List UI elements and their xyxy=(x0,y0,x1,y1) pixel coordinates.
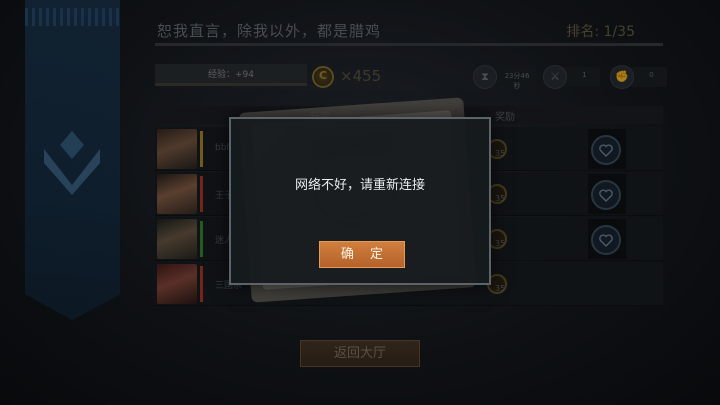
dialog-message: 网络不好，请重新连接 xyxy=(294,178,425,193)
network-error-dialog: 网络不好，请重新连接 确 定 xyxy=(229,117,491,285)
game-background: 恕我直言，除我以外，都是腊鸡 排名: 1/35 经验：+94 ×455 ⧗ 23… xyxy=(0,0,720,405)
confirm-button[interactable]: 确 定 xyxy=(319,241,405,268)
